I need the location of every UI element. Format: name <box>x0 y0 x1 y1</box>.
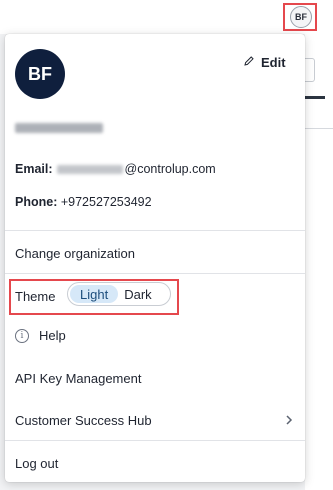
email-value: @controlup.com <box>124 162 216 176</box>
phone-label: Phone: <box>15 195 61 209</box>
theme-toggle: Light Dark <box>67 282 171 306</box>
edit-label: Edit <box>261 54 286 70</box>
background-tab-indicator <box>305 96 325 99</box>
user-name-redacted <box>15 123 103 133</box>
info-icon: i <box>15 328 29 343</box>
logout-item[interactable]: Log out <box>15 456 58 471</box>
edit-profile-button[interactable]: Edit <box>243 53 286 71</box>
divider <box>5 273 305 274</box>
phone-row: Phone: +972527253492 <box>15 195 152 209</box>
user-avatar-button[interactable]: BF <box>290 6 312 28</box>
api-key-management-item[interactable]: API Key Management <box>15 371 141 386</box>
theme-label: Theme <box>15 289 56 304</box>
email-label: Email: <box>15 162 53 176</box>
help-item[interactable]: i Help <box>15 328 66 343</box>
theme-option-dark[interactable]: Dark <box>118 285 157 303</box>
pencil-icon <box>243 55 255 70</box>
phone-value: +972527253492 <box>60 195 152 209</box>
email-redacted <box>56 164 123 174</box>
background-panel <box>305 34 333 490</box>
background-divider <box>305 128 333 129</box>
theme-option-light[interactable]: Light <box>70 285 119 303</box>
change-organization-item[interactable]: Change organization <box>15 246 135 261</box>
divider <box>5 440 305 441</box>
divider <box>5 230 305 231</box>
chevron-right-icon <box>285 413 293 429</box>
email-row: Email: @controlup.com <box>15 162 216 176</box>
profile-avatar: BF <box>15 49 65 99</box>
customer-success-hub-item[interactable]: Customer Success Hub <box>15 413 152 428</box>
help-label: Help <box>39 328 66 343</box>
user-profile-menu: BF Edit Email: @controlup.com Phone: +97… <box>5 34 305 482</box>
